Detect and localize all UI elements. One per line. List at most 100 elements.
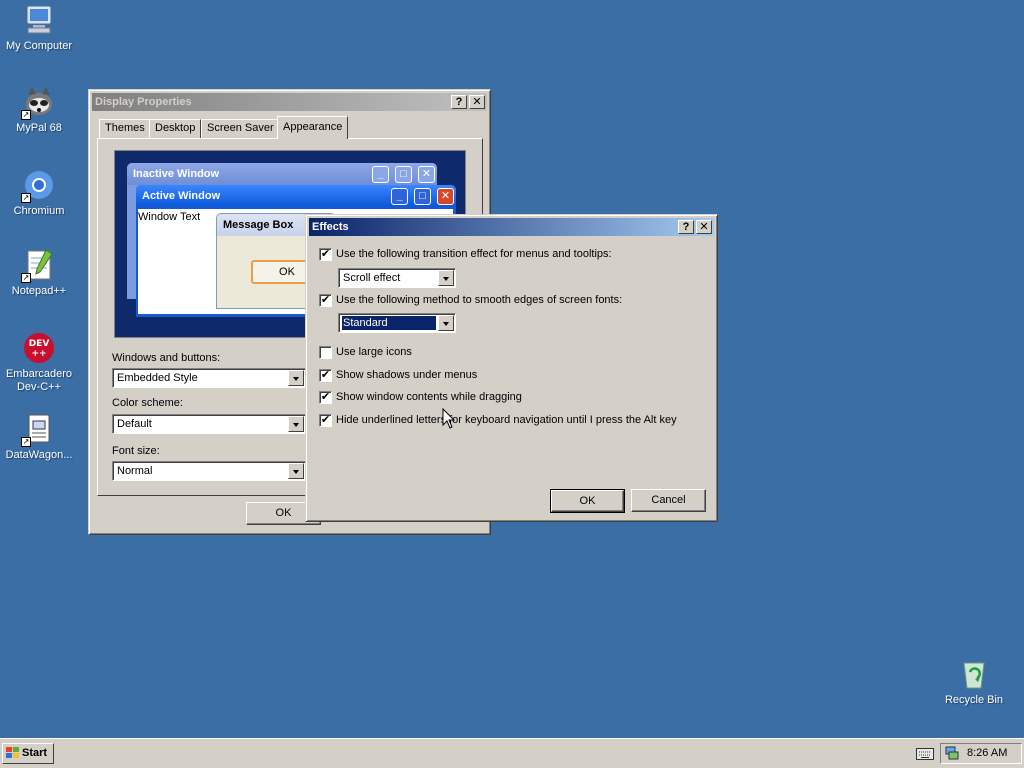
ok-label: OK [275, 507, 292, 519]
cancel-label: Cancel [651, 494, 686, 506]
chromium-icon: ↗ [21, 168, 56, 203]
windows-buttons-value: Embedded Style [117, 372, 198, 384]
close-icon: ✕ [437, 188, 454, 205]
mouse-cursor-icon [442, 408, 456, 429]
desktop-icon-label: Chromium [13, 205, 65, 217]
mypal-icon: ↗ [21, 85, 56, 120]
chevron-down-icon[interactable] [288, 370, 304, 386]
font-size-value: Normal [117, 465, 153, 477]
tab-label: Screen Saver [207, 122, 274, 134]
datawagon-icon: ↗ [21, 412, 56, 447]
windows-buttons-label: Windows and buttons: [112, 352, 221, 364]
shortcut-arrow-icon: ↗ [21, 193, 31, 203]
desktop-icon-recycle-bin[interactable]: Recycle Bin [934, 657, 1014, 707]
preview-active-titlebar: Active Window _ □ ✕ [136, 185, 456, 207]
desktop-icon-datawagon[interactable]: ↗ DataWagon... [0, 412, 79, 462]
start-label: Start [22, 747, 48, 759]
menu-shadows-label: Show shadows under menus [336, 369, 478, 381]
clock[interactable]: 8:26 AM [967, 747, 1007, 759]
recycle-bin-icon [957, 657, 991, 691]
transition-effect-select[interactable]: Scroll effect [338, 268, 456, 288]
smooth-edges-value: Standard [342, 316, 436, 330]
tab-desktop[interactable]: Desktop [149, 119, 202, 138]
windows-logo-icon [6, 747, 19, 758]
keyboard-icon[interactable] [916, 748, 934, 760]
chevron-down-icon[interactable] [288, 416, 304, 432]
hide-underline-label: Hide underlined letters for keyboard nav… [336, 414, 677, 426]
start-button[interactable]: Start [2, 743, 54, 764]
desktop-icon-label: DataWagon... [5, 449, 73, 461]
system-tray: 8:26 AM [940, 743, 1022, 764]
desktop-icon-label: MyPal 68 [16, 122, 62, 134]
close-button[interactable]: ✕ [696, 220, 712, 234]
ok-label: OK [579, 495, 596, 507]
shortcut-arrow-icon: ↗ [21, 273, 31, 283]
close-icon: ✕ [418, 166, 435, 183]
desktop-icon-label: My Computer [5, 40, 73, 52]
large-icons-label: Use large icons [336, 346, 412, 358]
window-title: Display Properties [95, 96, 192, 108]
drag-contents-checkbox[interactable]: ✔ [319, 391, 332, 404]
devcpp-icon: DEV ++ [22, 331, 56, 365]
tab-label: Appearance [283, 121, 343, 133]
desktop-icon-label: Notepad++ [11, 285, 67, 297]
tab-appearance[interactable]: Appearance [277, 116, 349, 139]
shortcut-arrow-icon: ↗ [21, 437, 31, 447]
hide-underline-checkbox[interactable]: ✔ [319, 414, 332, 427]
close-icon: ✕ [472, 96, 482, 108]
maximize-icon: □ [414, 188, 431, 205]
my-computer-icon [22, 3, 56, 37]
effects-cancel-button[interactable]: Cancel [631, 489, 706, 512]
smooth-edges-label: Use the following method to smooth edges… [336, 294, 623, 306]
help-icon: ? [455, 96, 463, 108]
desktop-icon-notepad-plus-plus[interactable]: ↗ Notepad++ [0, 248, 79, 298]
desktop-icon-label: Recycle Bin [944, 694, 1004, 706]
desktop-icon-mypal[interactable]: ↗ MyPal 68 [0, 85, 79, 135]
preview-inactive-title: Inactive Window [133, 168, 220, 180]
taskbar: Start 8:26 AM [0, 738, 1024, 768]
effects-title: Effects [312, 221, 349, 233]
windows-buttons-select[interactable]: Embedded Style [112, 368, 306, 388]
preview-window-text: Window Text [138, 211, 201, 223]
desktop-icon-devcpp[interactable]: DEV ++ Embarcadero Dev-C++ [0, 331, 79, 394]
close-button[interactable]: ✕ [469, 95, 485, 109]
effects-ok-button[interactable]: OK [550, 489, 625, 513]
minimize-icon: _ [391, 188, 408, 205]
chevron-down-icon[interactable] [288, 463, 304, 479]
display-properties-titlebar[interactable]: Display Properties ? ✕ [92, 93, 487, 111]
menu-shadows-checkbox[interactable]: ✔ [319, 369, 332, 382]
help-button[interactable]: ? [451, 95, 467, 109]
help-button[interactable]: ? [678, 220, 694, 234]
tab-label: Themes [105, 122, 145, 134]
transition-effect-label: Use the following transition effect for … [336, 248, 612, 260]
font-size-label: Font size: [112, 445, 160, 457]
smooth-edges-select[interactable]: Standard [338, 313, 456, 333]
drag-contents-label: Show window contents while dragging [336, 391, 522, 403]
effects-titlebar[interactable]: Effects ? ✕ [309, 218, 714, 236]
font-size-select[interactable]: Normal [112, 461, 306, 481]
help-icon: ? [682, 221, 690, 233]
color-scheme-label: Color scheme: [112, 397, 183, 409]
chevron-down-icon[interactable] [438, 270, 454, 286]
preview-ok-label: OK [279, 266, 295, 278]
smooth-edges-checkbox[interactable]: ✔ [319, 294, 332, 307]
preview-message-box-title: Message Box [223, 219, 294, 231]
preview-active-title: Active Window [142, 190, 221, 202]
chevron-down-icon[interactable] [438, 315, 454, 331]
svg-text:DEV: DEV [29, 339, 50, 349]
tab-screen-saver[interactable]: Screen Saver [201, 119, 280, 138]
shortcut-arrow-icon: ↗ [21, 110, 31, 120]
desktop-icon-label: Embarcadero Dev-C++ [5, 368, 73, 393]
transition-effect-checkbox[interactable]: ✔ [319, 248, 332, 261]
desktop-icon-my-computer[interactable]: My Computer [0, 3, 79, 53]
network-tray-icon[interactable] [945, 746, 959, 760]
minimize-icon: _ [372, 166, 389, 183]
color-scheme-select[interactable]: Default [112, 414, 306, 434]
svg-text:++: ++ [31, 349, 46, 359]
close-icon: ✕ [699, 221, 709, 233]
tab-themes[interactable]: Themes [99, 119, 151, 138]
large-icons-checkbox[interactable] [319, 346, 332, 359]
transition-effect-value: Scroll effect [343, 272, 401, 284]
color-scheme-value: Default [117, 418, 152, 430]
desktop-icon-chromium[interactable]: ↗ Chromium [0, 168, 79, 218]
